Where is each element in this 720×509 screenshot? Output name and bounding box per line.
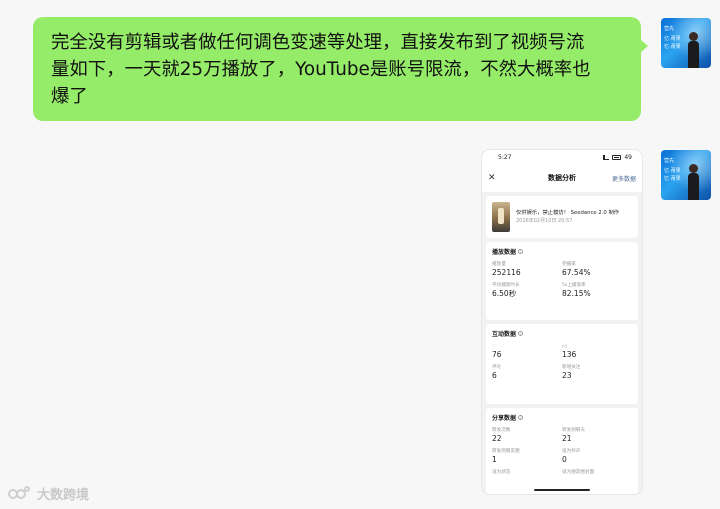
metric-item: 评论 6 [492,365,562,381]
metric-item: 设为状态 [492,470,562,476]
metric-item: 设为朋友圈封面 [562,470,632,476]
section-title: 分享数据 [492,415,517,422]
metric-value: 21 [562,434,572,443]
metric-value: 6 [492,371,497,380]
message-line: 完全没有剪辑或者做任何调色变速等处理，直接发布到了视频号流 [51,32,585,53]
avatar-text: 亿·莆果 [664,168,681,174]
sender-avatar[interactable]: 营先 亿·莆果 忆·莆果 [661,150,711,200]
video-date: 2026年02月10日 20:57 [516,218,573,224]
person-figure [688,164,699,200]
battery-level: 49 [624,153,632,161]
info-icon[interactable]: i [518,331,524,336]
metric-item: 播放量 252116 [492,262,562,278]
video-thumbnail [492,202,510,232]
metric-item: ♡ 76 [492,344,562,360]
metric-label: 设为状态 [492,470,511,475]
metric-value: 252116 [492,268,521,277]
status-bar: 5:27 49 [482,150,642,164]
metric-value: 0 [562,455,567,464]
signal-icon [603,154,610,160]
metric-item: 设为铃声 0 [562,449,632,465]
metric-item: 转发次数 22 [492,428,562,444]
close-icon[interactable]: ✕ [488,173,498,183]
interaction-data-card: 互动数据 i ♡ 76 👍︎ 136 评论 6 新增关注 23 [486,324,638,404]
watermark-text: 大数跨境 [37,488,90,503]
share-data-card: 分享数据 i 转发次数 22 转发到聊天 21 转发到朋友圈 1 设为铃声 0 … [486,408,638,494]
person-figure [688,32,699,68]
section-title: 互动数据 [492,331,517,338]
info-icon[interactable]: i [518,249,524,254]
section-title: 播放数据 [492,249,517,256]
metric-value: 82.15% [562,289,591,298]
sender-avatar[interactable]: 营先 亿·莆果 忆·莆果 [661,18,711,68]
message-line: 量如下，一天就25万播放了，YouTube是账号限流，不然大概率也 [51,59,591,80]
home-indicator [534,489,590,491]
nav-bar: ✕ 数据分析 更多数据 [482,164,642,192]
info-icon[interactable]: i [518,415,524,420]
more-data-link[interactable]: 更多数据 [612,174,636,183]
metric-value: 136 [562,350,577,359]
watermark-logo-icon [8,485,34,502]
metric-label: 设为朋友圈封面 [562,470,595,475]
metric-value: 6.50秒 [492,289,517,298]
avatar-text: 营先 [664,26,675,32]
metric-value: 76 [492,350,502,359]
avatar-text: 忆·莆果 [664,44,681,50]
metric-item: 平均播放时长 6.50秒 [492,283,562,299]
video-title: 仅供娱乐，禁止模仿！ Seedance 2.0 制作 [516,210,620,216]
metric-item: 新增关注 23 [562,365,632,381]
battery-icon [612,154,622,160]
metric-item: 完播率 67.54% [562,262,632,278]
video-info-card[interactable]: 仅供娱乐，禁止模仿！ Seedance 2.0 制作 2026年02月10日 2… [486,196,638,238]
avatar-text: 营先 [664,158,675,164]
metric-value: 23 [562,371,572,380]
metric-item: 转发到朋友圈 1 [492,449,562,465]
message-line: 爆了 [51,86,88,107]
avatar-text: 亿·莆果 [664,36,681,42]
metric-item: 5s上播放率 82.15% [562,283,632,299]
screenshot-image-message[interactable]: 5:27 49 ✕ 数据分析 更多数据 仅供娱乐，禁止模仿！ Seedance … [482,150,642,494]
watermark: 大数跨境 [8,484,89,503]
metric-value: 67.54% [562,268,591,277]
status-time: 5:27 [498,153,512,161]
avatar-text: 忆·莆果 [664,176,681,182]
metric-value: 1 [492,455,497,464]
chat-message-bubble[interactable]: 完全没有剪辑或者做任何调色变速等处理，直接发布到了视频号流 量如下，一天就25万… [33,17,648,121]
metric-item: 👍︎ 136 [562,344,632,360]
metric-value: 22 [492,434,502,443]
metric-item: 转发到聊天 21 [562,428,632,444]
play-data-card: 播放数据 i 播放量 252116 完播率 67.54% 平均播放时长 6.50… [486,242,638,320]
